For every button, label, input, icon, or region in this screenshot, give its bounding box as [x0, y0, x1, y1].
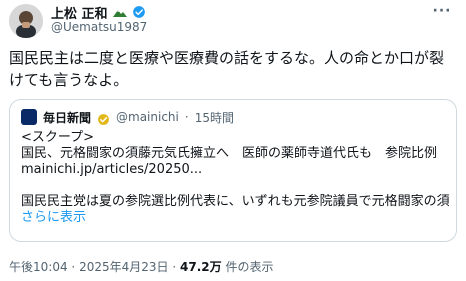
- quoted-post[interactable]: 毎日新聞 @mainichi · 15時間 <スクープ> 国民、元格闘家の須藤元…: [9, 99, 457, 242]
- quoted-line: 国民、元格闘家の須藤元気氏擁立へ 医師の薬師寺道代氏も 参院比例: [21, 146, 438, 161]
- author-name-row: 上松 正和: [51, 3, 146, 22]
- quoted-line: 国民民主党は夏の参院選比例代表に、いずれも元参院議員で元格闘家の須藤元...: [21, 194, 449, 209]
- author-handle[interactable]: @Uematsu1987: [51, 20, 147, 34]
- quoted-time[interactable]: 15時間: [195, 109, 234, 126]
- verified-badge-icon: [132, 5, 146, 19]
- quoted-line-spacer: [21, 178, 449, 194]
- quoted-url[interactable]: mainichi.jp/articles/20250...: [21, 162, 449, 178]
- quoted-header: 毎日新聞 @mainichi · 15時間: [21, 108, 234, 126]
- post-date[interactable]: 2025年4月23日: [79, 260, 168, 274]
- quoted-line: <スクープ>: [21, 130, 95, 145]
- post-time[interactable]: 午後10:04: [9, 260, 68, 274]
- more-options-icon[interactable]: ···: [430, 3, 454, 19]
- show-more-link[interactable]: さらに表示: [21, 210, 449, 226]
- post-footer: 午後10:04 · 2025年4月23日 · 47.2万 件の表示: [9, 258, 273, 275]
- quoted-handle[interactable]: @mainichi: [116, 110, 179, 124]
- footer-separator: ·: [172, 260, 177, 274]
- quoted-source-name[interactable]: 毎日新聞: [43, 109, 91, 126]
- views-label: 件の表示: [225, 260, 274, 274]
- mainichi-logo-icon: [21, 109, 37, 125]
- post-text: 国民民主は二度と医療や医療費の話をするな。人の命とか口が裂けても言うなよ。: [9, 49, 445, 89]
- views-count[interactable]: 47.2万: [180, 260, 222, 274]
- quoted-body: <スクープ> 国民、元格闘家の須藤元気氏擁立へ 医師の薬師寺道代氏も 参院比例 …: [21, 130, 449, 226]
- footer-separator: ·: [71, 260, 76, 274]
- author-avatar[interactable]: [9, 4, 43, 38]
- author-name[interactable]: 上松 正和: [51, 3, 108, 22]
- gold-verified-badge-icon: [97, 111, 110, 125]
- quoted-separator: ·: [184, 110, 189, 124]
- avatar-photo-icon: [9, 4, 43, 38]
- mountain-emoji-icon: [112, 6, 128, 18]
